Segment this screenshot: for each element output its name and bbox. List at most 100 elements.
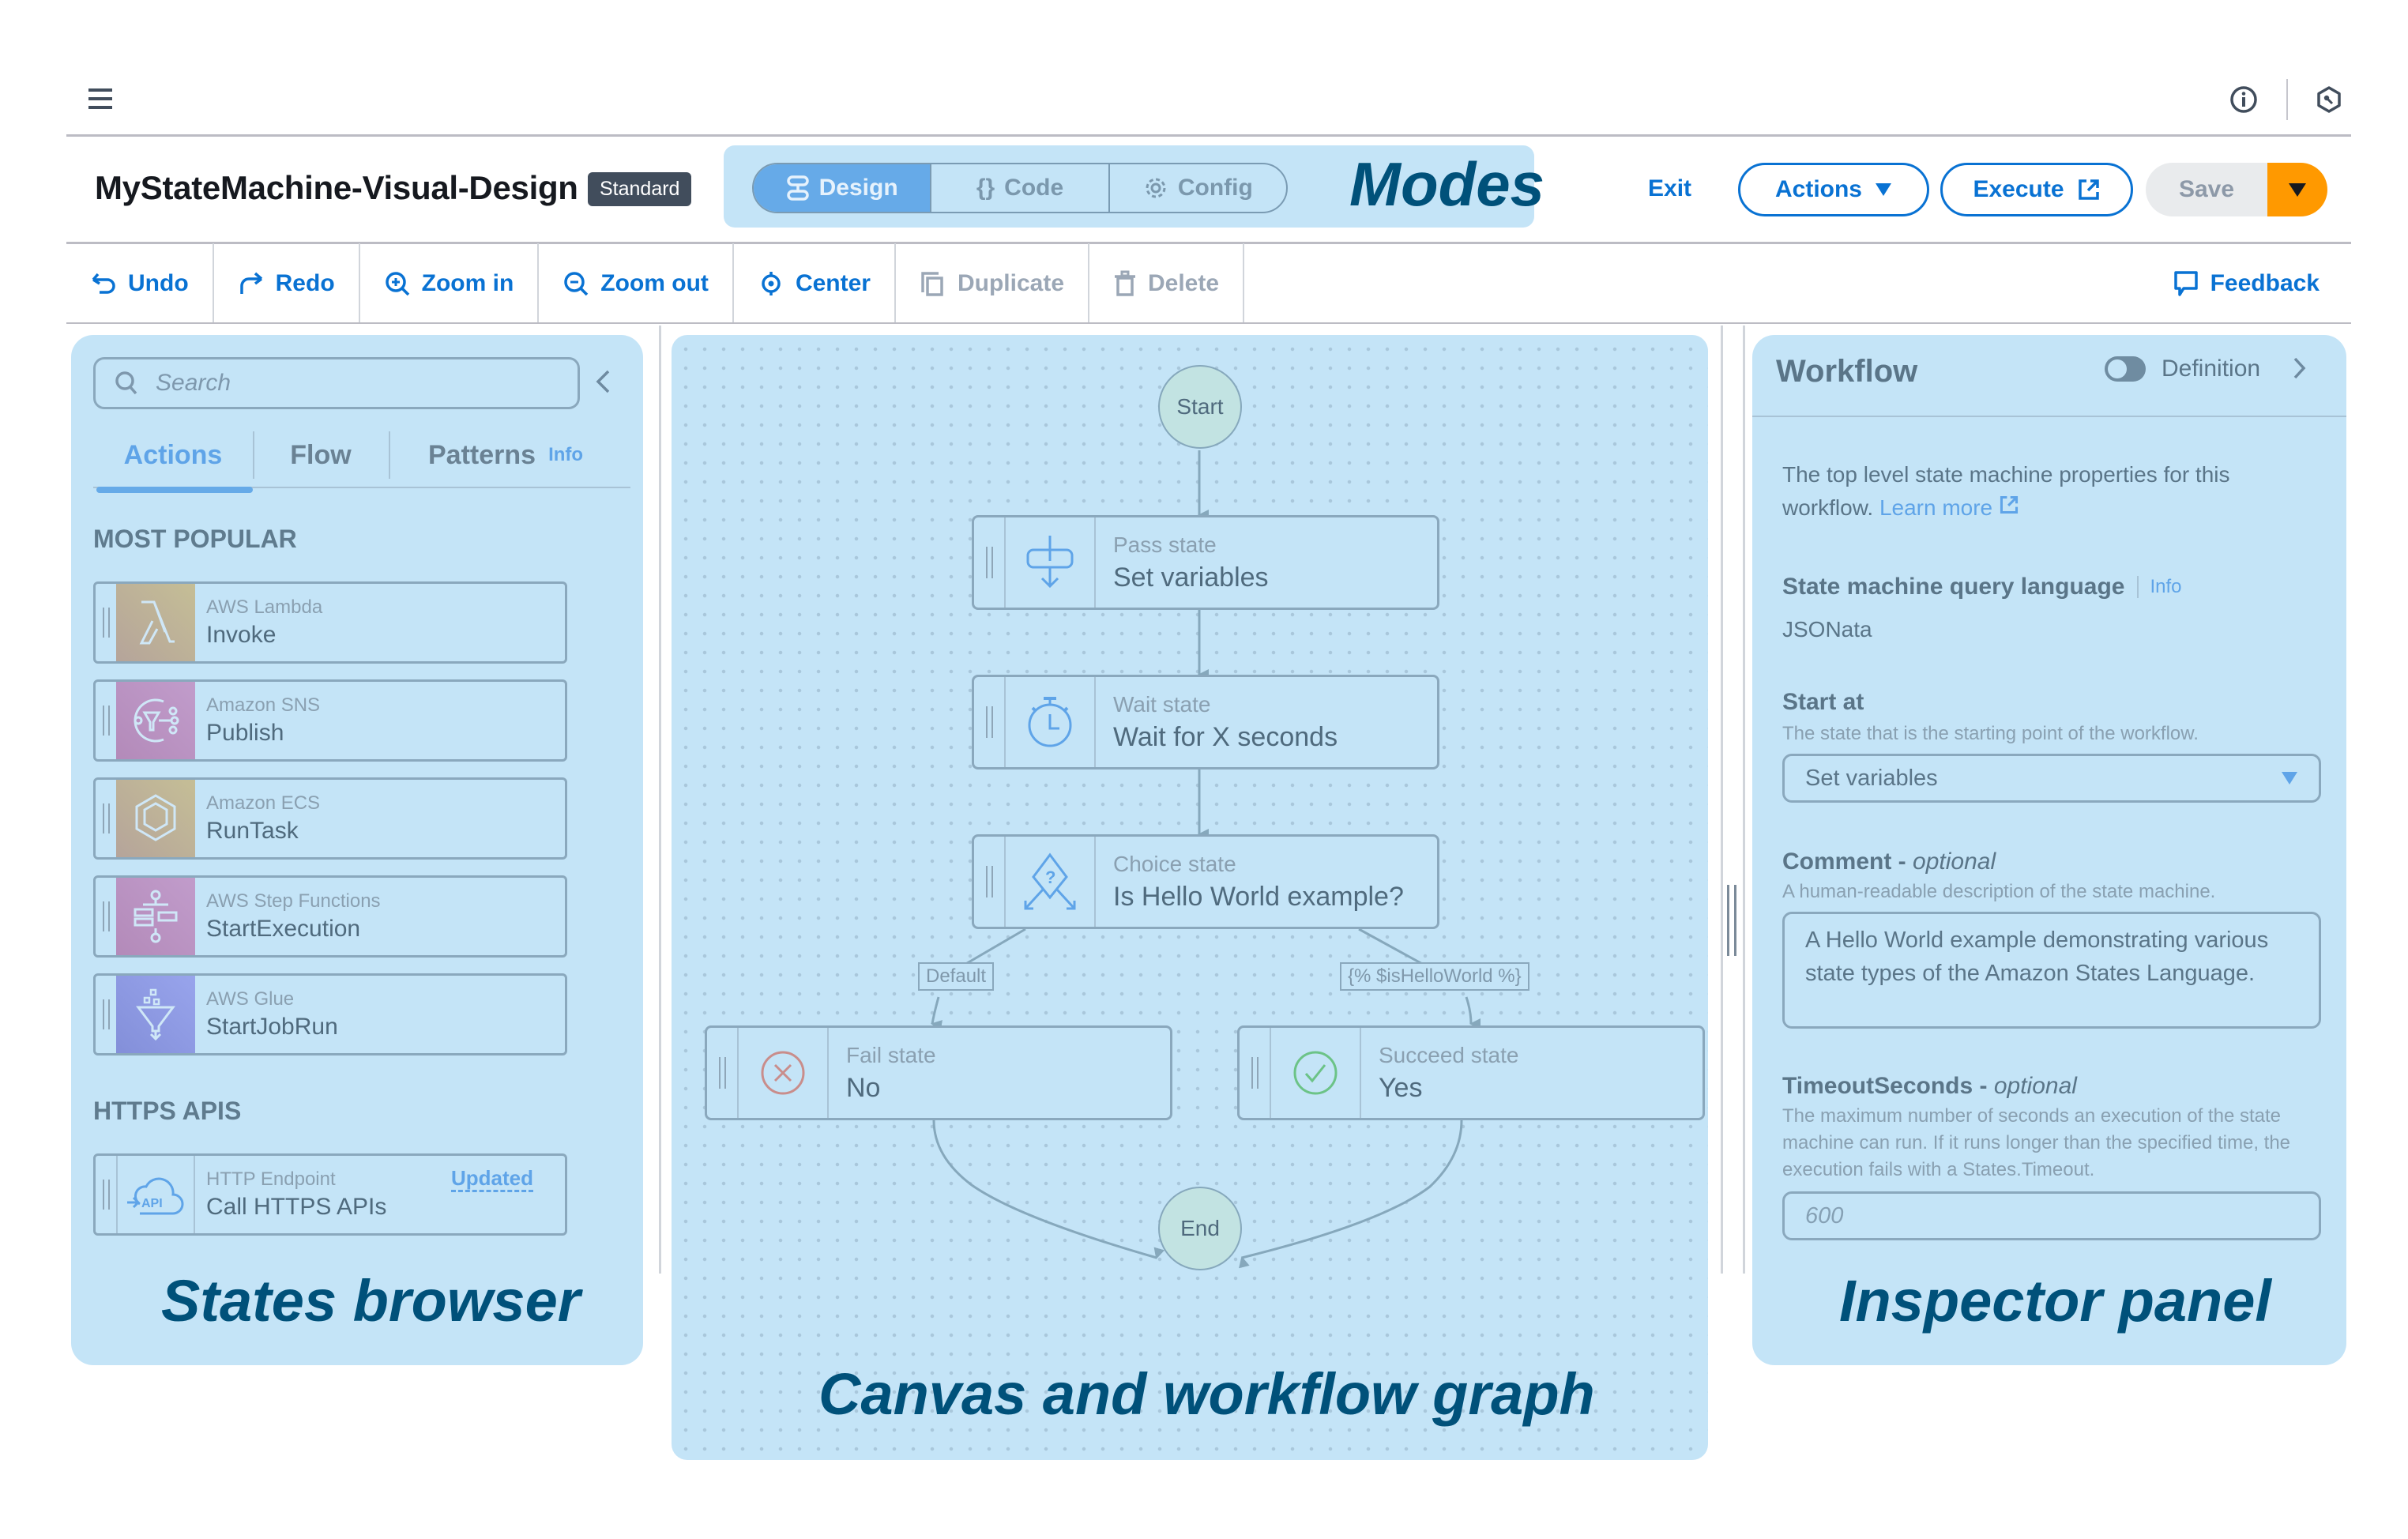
- state-name: Is Hello World example?: [1113, 881, 1404, 912]
- list-item[interactable]: API HTTP Endpoint Call HTTPS APIs Update…: [93, 1153, 567, 1236]
- service-name: AWS Lambda: [206, 596, 323, 618]
- list-item[interactable]: AWS Lambda Invoke: [93, 581, 567, 664]
- step-functions-icon: [116, 878, 195, 955]
- drag-handle-icon[interactable]: [96, 780, 116, 857]
- expand-panel-button[interactable]: [2291, 356, 2307, 385]
- timeout-input[interactable]: [1782, 1191, 2321, 1240]
- timeout-label: TimeoutSeconds - optional: [1782, 1073, 2077, 1099]
- timer-icon: [1006, 677, 1096, 767]
- zoom-out-icon: [564, 272, 589, 296]
- state-node-wait[interactable]: Wait state Wait for X seconds: [972, 675, 1439, 770]
- search-icon: [115, 371, 137, 395]
- state-node-choice[interactable]: ? Choice state Is Hello World example?: [972, 834, 1439, 929]
- updated-badge[interactable]: Updated: [451, 1167, 533, 1192]
- list-item[interactable]: Amazon SNS Publish: [93, 679, 567, 762]
- edge-label-condition[interactable]: {% $isHelloWorld %}: [1340, 962, 1529, 991]
- exit-button[interactable]: Exit: [1648, 175, 1691, 202]
- service-name: Amazon ECS: [206, 792, 321, 814]
- drag-handle-icon[interactable]: [974, 517, 1006, 608]
- hamburger-menu-icon[interactable]: [88, 88, 112, 109]
- state-node-succeed[interactable]: Succeed state Yes: [1237, 1025, 1705, 1120]
- comment-textarea[interactable]: A Hello World example demonstrating vari…: [1782, 912, 2321, 1029]
- definition-label: Definition: [2162, 356, 2261, 382]
- canvas-annotation: Canvas and workflow graph: [818, 1361, 1595, 1427]
- design-icon: [786, 175, 809, 201]
- timeout-label-text: TimeoutSeconds: [1782, 1073, 1973, 1099]
- drag-handle-icon[interactable]: [96, 682, 116, 759]
- edge-label-default[interactable]: Default: [918, 962, 995, 991]
- tab-flow-label: Flow: [290, 439, 352, 470]
- zoom-in-icon: [385, 272, 409, 296]
- info-icon[interactable]: [2228, 84, 2259, 115]
- delete-label: Delete: [1148, 270, 1220, 296]
- zoom-out-button[interactable]: Zoom out: [539, 243, 734, 324]
- settings-hexagon-icon[interactable]: [2313, 84, 2345, 115]
- center-button[interactable]: Center: [734, 243, 896, 324]
- drag-handle-icon[interactable]: [96, 976, 116, 1053]
- save-split-button: Save: [2146, 163, 2327, 216]
- mode-design-button[interactable]: Design: [754, 164, 932, 212]
- left-panel-splitter[interactable]: [659, 325, 661, 1274]
- mode-config-button[interactable]: Config: [1110, 164, 1286, 212]
- caret-down-icon: [1876, 183, 1891, 196]
- undo-button[interactable]: Undo: [66, 243, 214, 324]
- mode-code-label: Code: [1004, 175, 1064, 201]
- drag-handle-icon[interactable]: [974, 677, 1006, 767]
- comment-label-text: Comment: [1782, 849, 1892, 875]
- action-name: Call HTTPS APIs: [206, 1194, 387, 1220]
- chevron-left-icon: [596, 370, 610, 393]
- state-type: Wait state: [1113, 691, 1211, 717]
- redo-button[interactable]: Redo: [214, 243, 360, 324]
- code-braces-icon: {}: [976, 175, 995, 201]
- definition-toggle[interactable]: Definition: [2105, 356, 2260, 382]
- most-popular-heading: MOST POPULAR: [93, 525, 297, 553]
- drag-handle-icon[interactable]: [974, 837, 1006, 927]
- start-node[interactable]: Start: [1158, 365, 1242, 449]
- state-type: Fail state: [846, 1042, 936, 1067]
- feedback-button[interactable]: Feedback: [2149, 243, 2351, 324]
- service-name: Amazon SNS: [206, 694, 321, 716]
- execute-button[interactable]: Execute: [1940, 163, 2133, 216]
- https-apis-heading: HTTPS APIS: [93, 1097, 242, 1125]
- tab-patterns[interactable]: Patterns Info: [389, 423, 615, 487]
- query-language-info-link[interactable]: Info: [2137, 576, 2182, 598]
- zoom-in-button[interactable]: Zoom in: [360, 243, 540, 324]
- state-name: No: [846, 1072, 881, 1103]
- mode-switcher: Design {} Code Config: [752, 163, 1288, 213]
- right-panel-splitter[interactable]: [1721, 325, 1723, 1274]
- toggle-switch[interactable]: [2105, 356, 2146, 382]
- drag-handle-icon[interactable]: [707, 1028, 739, 1118]
- drag-handle-icon[interactable]: [96, 878, 116, 955]
- resize-handle[interactable]: [1727, 885, 1736, 956]
- save-dropdown-button[interactable]: [2267, 163, 2327, 216]
- center-label: Center: [795, 270, 871, 296]
- search-field[interactable]: [93, 357, 580, 409]
- succeed-check-icon: [1271, 1028, 1361, 1118]
- mode-code-button[interactable]: {} Code: [931, 164, 1110, 212]
- duplicate-button[interactable]: Duplicate: [896, 243, 1089, 324]
- divider: [1752, 416, 2346, 417]
- drag-handle-icon[interactable]: [96, 1156, 116, 1233]
- drag-handle-icon[interactable]: [1240, 1028, 1271, 1118]
- drag-handle-icon[interactable]: [96, 584, 116, 661]
- list-item[interactable]: AWS Glue StartJobRun: [93, 973, 567, 1055]
- state-node-pass[interactable]: Pass state Set variables: [972, 515, 1439, 610]
- collapse-panel-button[interactable]: [594, 368, 611, 399]
- glue-icon: [116, 976, 195, 1053]
- delete-button[interactable]: Delete: [1089, 243, 1245, 324]
- edge-condition-succeed: [1465, 996, 1481, 1029]
- save-button[interactable]: Save: [2146, 163, 2267, 216]
- tab-actions[interactable]: Actions: [93, 423, 253, 493]
- state-node-fail[interactable]: Fail state No: [705, 1025, 1172, 1120]
- list-item[interactable]: AWS Step Functions StartExecution: [93, 875, 567, 958]
- learn-more-link[interactable]: Learn more: [1879, 495, 2019, 520]
- search-input[interactable]: [156, 370, 535, 397]
- list-item[interactable]: Amazon ECS RunTask: [93, 777, 567, 860]
- state-name: Yes: [1379, 1072, 1423, 1103]
- tab-flow[interactable]: Flow: [253, 423, 389, 487]
- start-at-select[interactable]: Set variables: [1782, 754, 2321, 803]
- patterns-info-link[interactable]: Info: [548, 444, 583, 466]
- end-node[interactable]: End: [1158, 1187, 1242, 1270]
- actions-button[interactable]: Actions: [1738, 163, 1929, 216]
